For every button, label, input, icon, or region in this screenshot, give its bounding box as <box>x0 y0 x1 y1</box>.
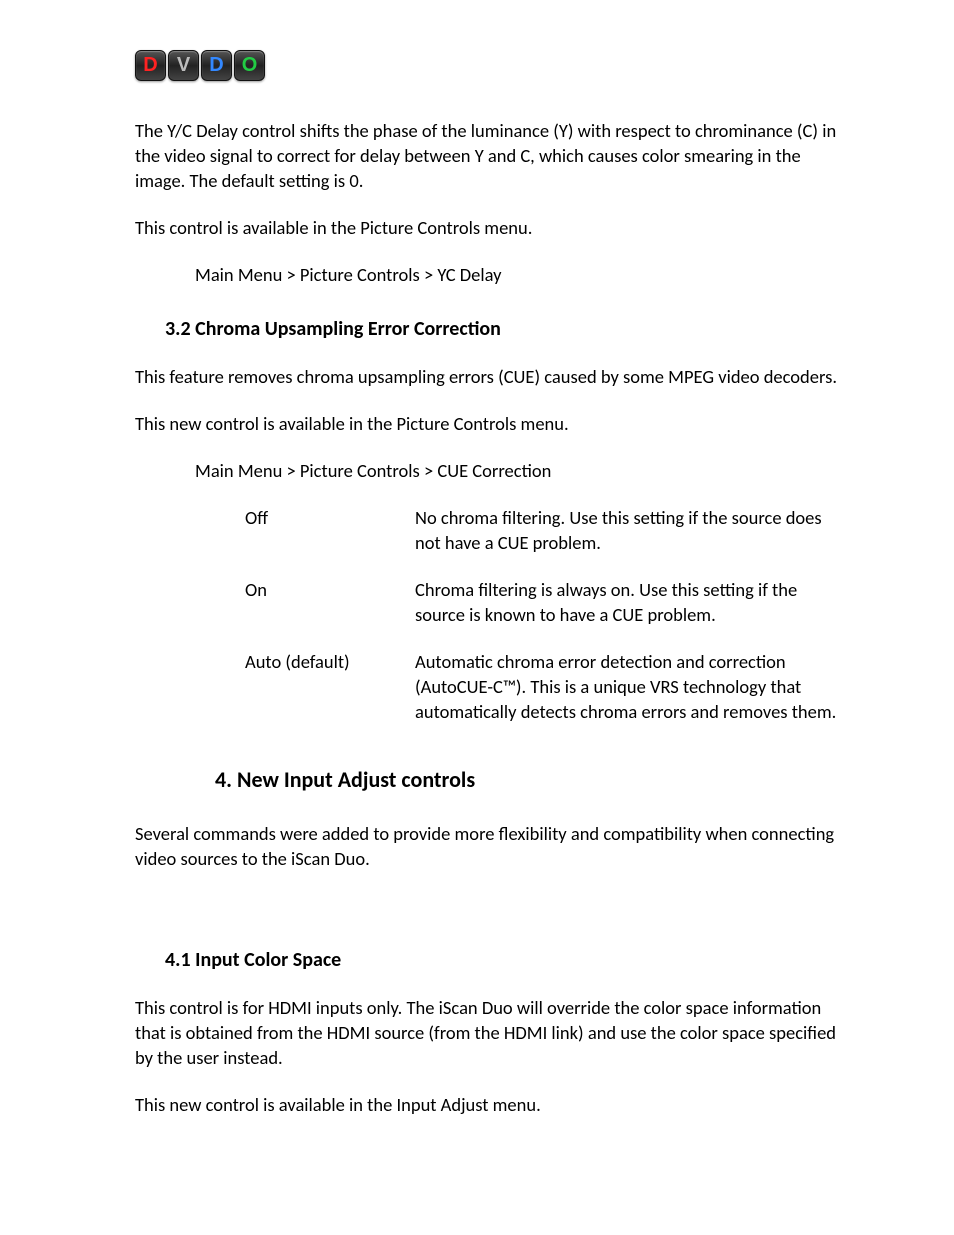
logo-letter-d: D <box>135 50 166 81</box>
paragraph-yc-delay: The Y/C Delay control shifts the phase o… <box>135 119 839 194</box>
logo-letter-v: V <box>168 50 199 81</box>
paragraph-availability: This control is available in the Picture… <box>135 216 839 241</box>
paragraph-color-space: This control is for HDMI inputs only. Th… <box>135 996 839 1071</box>
option-label: On <box>245 578 415 628</box>
heading-chroma-upsampling: 3.2 Chroma Upsampling Error Correction <box>135 316 839 343</box>
paragraph-color-space-availability: This new control is available in the Inp… <box>135 1093 839 1118</box>
paragraph-input-adjust-intro: Several commands were added to provide m… <box>135 822 839 872</box>
option-description: No chroma filtering. Use this setting if… <box>415 506 839 556</box>
option-row-off: Off No chroma filtering. Use this settin… <box>135 506 839 556</box>
breadcrumb-cue: Main Menu > Picture Controls > CUE Corre… <box>135 459 839 484</box>
logo-letter-d: D <box>201 50 232 81</box>
paragraph-cue-availability: This new control is available in the Pic… <box>135 412 839 437</box>
option-row-on: On Chroma filtering is always on. Use th… <box>135 578 839 628</box>
option-description: Automatic chroma error detection and cor… <box>415 650 839 725</box>
dvdo-logo: D V D O <box>135 50 839 81</box>
option-label: Auto (default) <box>245 650 415 725</box>
paragraph-cue-intro: This feature removes chroma upsampling e… <box>135 365 839 390</box>
option-label: Off <box>245 506 415 556</box>
logo-letter-o: O <box>234 50 265 81</box>
option-row-auto: Auto (default) Automatic chroma error de… <box>135 650 839 725</box>
breadcrumb-yc-delay: Main Menu > Picture Controls > YC Delay <box>135 263 839 288</box>
option-description: Chroma filtering is always on. Use this … <box>415 578 839 628</box>
heading-input-color-space: 4.1 Input Color Space <box>135 947 839 974</box>
heading-new-input-adjust: 4. New Input Adjust controls <box>135 765 839 795</box>
